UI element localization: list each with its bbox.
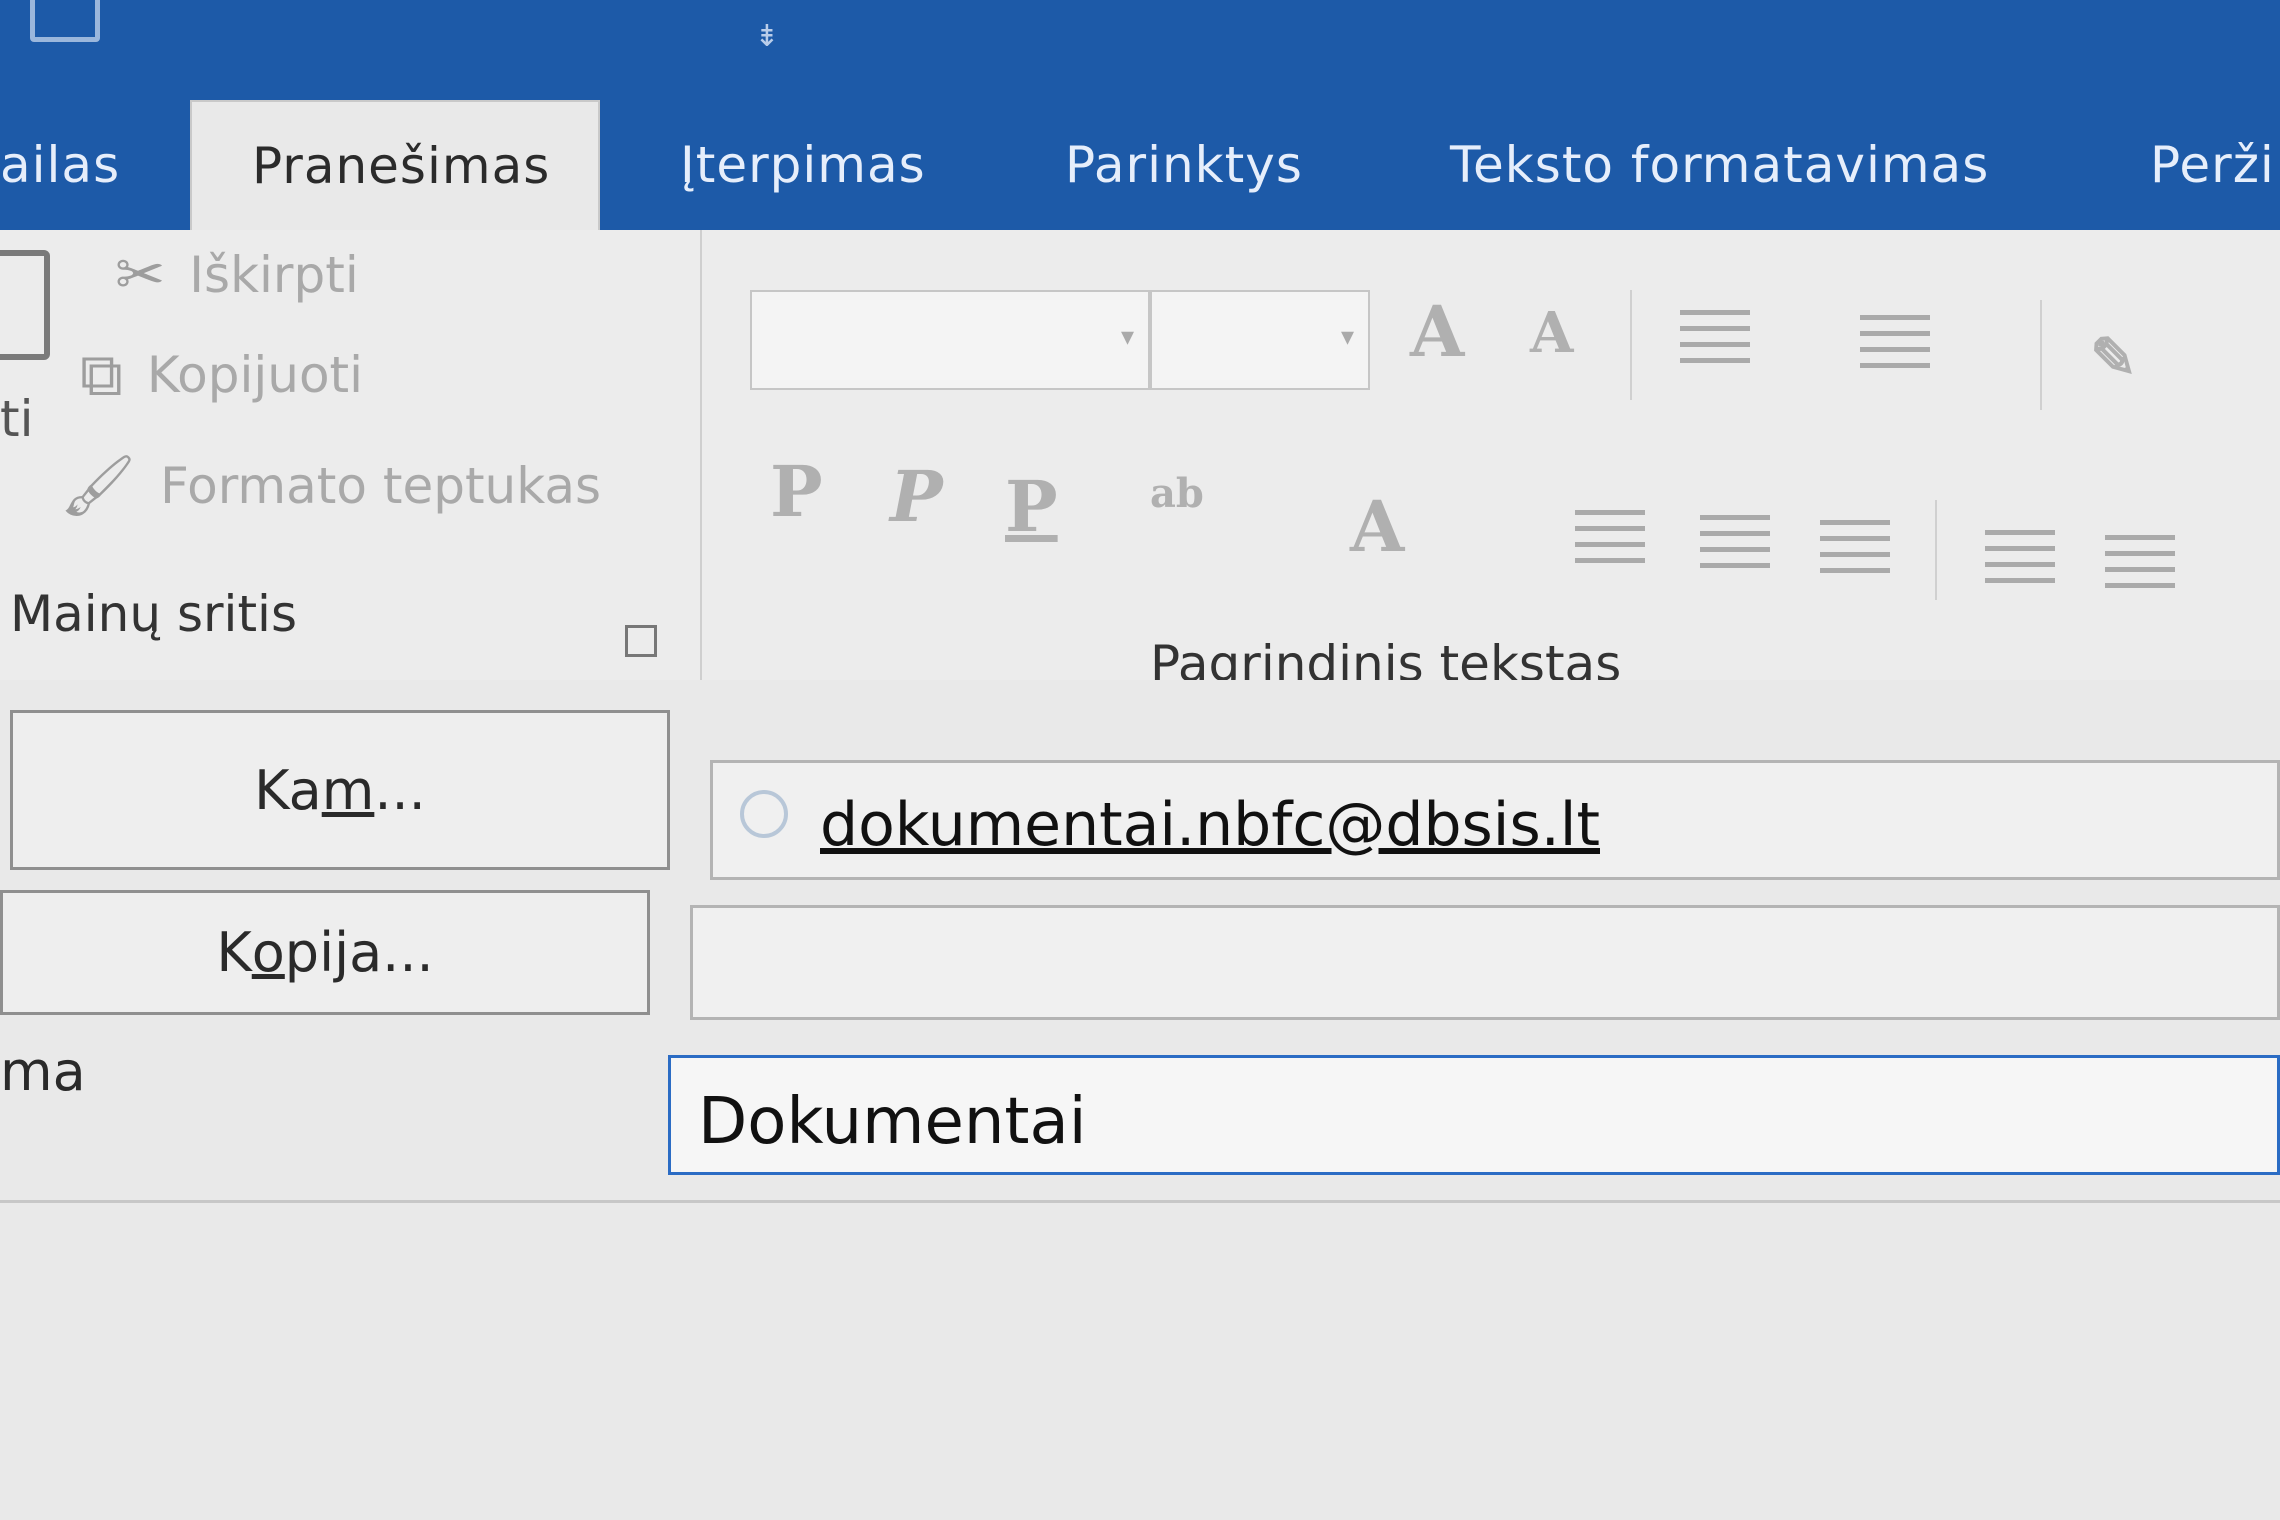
tab-review[interactable]: Perži <box>2150 100 2275 230</box>
chevron-down-icon: ▾ <box>1340 322 1354 352</box>
to-button-accel: m <box>321 758 375 822</box>
paintbrush-icon: 🖌 <box>60 451 137 521</box>
clipboard-launcher-icon[interactable] <box>625 625 657 657</box>
ribbon-separator <box>2040 300 2042 410</box>
presence-icon <box>740 790 788 838</box>
header-divider <box>0 1200 2280 1203</box>
clipboard-group: ti ✂ Iškirpti ⧉ Kopijuoti 🖌 Formato tept… <box>0 230 702 680</box>
to-button-label: Ka <box>254 758 322 822</box>
numbering-icon[interactable] <box>1860 315 1930 369</box>
subject-value[interactable]: Dokumentai <box>698 1085 1086 1159</box>
format-painter-label: Formato teptukas <box>160 456 602 515</box>
tab-format-text[interactable]: Teksto formatavimas <box>1450 100 1989 230</box>
font-size-dropdown[interactable]: ▾ <box>1150 290 1370 390</box>
cut-label: Iškirpti <box>189 246 359 304</box>
recipient-address[interactable]: dokumentai.nbfc@dbsis.lt <box>820 790 1600 860</box>
decrease-indent-icon[interactable] <box>1985 530 2055 584</box>
title-bar: ⇟ ailas Pranešimas Įterpimas Parinktys T… <box>0 0 2280 230</box>
tab-options[interactable]: Parinktys <box>1065 100 1303 230</box>
to-button[interactable]: Ka m... <box>10 710 670 870</box>
clear-formatting-icon[interactable]: ✎ <box>2090 325 2137 391</box>
cc-button-label-rest: pija... <box>284 921 434 984</box>
ribbon-separator <box>1935 500 1937 600</box>
tab-message[interactable]: Pranešimas <box>190 100 600 230</box>
cc-field[interactable] <box>690 905 2280 1020</box>
tab-file[interactable]: ailas <box>0 100 120 230</box>
chevron-down-icon[interactable]: ⇟ <box>752 22 782 52</box>
clipboard-group-label: Mainų sritis <box>10 585 297 643</box>
paste-icon[interactable] <box>0 250 50 360</box>
scissors-icon: ✂ <box>115 240 166 310</box>
chevron-down-icon: ▾ <box>1120 322 1134 352</box>
ribbon-separator <box>1630 290 1632 400</box>
align-right-icon[interactable] <box>1820 520 1890 574</box>
paste-label[interactable]: ti <box>0 390 34 448</box>
bold-button[interactable]: P <box>770 450 823 533</box>
grow-font-button[interactable]: A <box>1410 290 1464 373</box>
highlight-button[interactable]: ab <box>1150 470 1204 517</box>
font-color-button[interactable]: A <box>1350 485 1404 568</box>
to-button-label-rest: ... <box>374 758 426 822</box>
cc-button-accel: o <box>251 921 285 984</box>
cc-button-label: K <box>216 921 252 984</box>
underline-button[interactable]: P <box>1005 465 1058 548</box>
ribbon: ti ✂ Iškirpti ⧉ Kopijuoti 🖌 Formato tept… <box>0 230 2280 732</box>
tab-insert[interactable]: Įterpimas <box>680 100 926 230</box>
save-icon[interactable] <box>30 0 100 42</box>
shrink-font-button[interactable]: A <box>1530 300 1573 366</box>
align-left-icon[interactable] <box>1575 510 1645 564</box>
italic-button[interactable]: P <box>890 455 943 538</box>
bullets-icon[interactable] <box>1680 310 1750 364</box>
cc-button[interactable]: Ko pija... <box>0 890 650 1015</box>
format-painter-button[interactable]: 🖌 Formato teptukas <box>60 450 601 521</box>
copy-label: Kopijuoti <box>146 346 364 404</box>
copy-button[interactable]: ⧉ Kopijuoti <box>80 340 363 410</box>
align-center-icon[interactable] <box>1700 515 1770 569</box>
increase-indent-icon[interactable] <box>2105 535 2175 589</box>
cut-button[interactable]: ✂ Iškirpti <box>115 240 359 310</box>
copy-icon: ⧉ <box>80 340 123 410</box>
font-name-dropdown[interactable]: ▾ <box>750 290 1150 390</box>
subject-label: ma <box>0 1040 86 1103</box>
